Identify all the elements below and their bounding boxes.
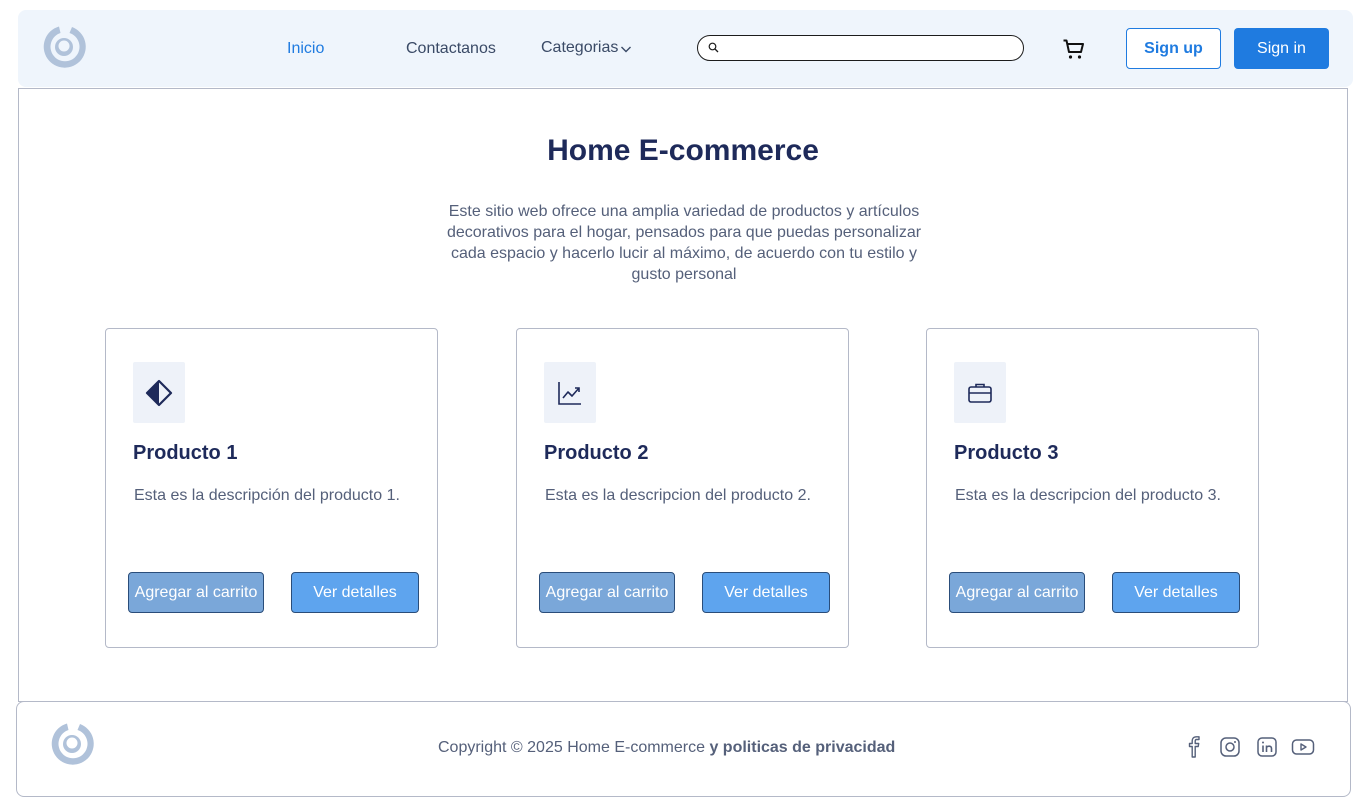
signup-button[interactable]: Sign up (1126, 28, 1221, 69)
product-icon-box (954, 362, 1006, 423)
footer: Copyright © 2025 Home E-commerce y polit… (16, 701, 1351, 797)
search-bar (697, 35, 1024, 61)
hero-description: Este sitio web ofrece una amplia varieda… (446, 203, 922, 283)
view-details-button[interactable]: Ver detalles (291, 572, 419, 613)
product-card-3: Producto 3 Esta es la descripcion del pr… (926, 328, 1259, 648)
product-description: Esta es la descripción del producto 1. (134, 487, 400, 504)
view-details-button[interactable]: Ver detalles (702, 572, 830, 613)
footer-logo-icon[interactable] (50, 722, 94, 766)
linkedin-icon[interactable] (1256, 736, 1278, 763)
product-title: Producto 3 (954, 442, 1059, 464)
product-description: Esta es la descripcion del producto 2. (545, 487, 811, 504)
product-icon-box (544, 362, 596, 423)
copyright-label: Copyright © 2025 Home E-commerce (438, 739, 705, 756)
add-to-cart-button[interactable]: Agregar al carrito (539, 572, 675, 613)
nav-dropdown-categorias[interactable]: Categorias (541, 39, 632, 57)
product-title: Producto 2 (544, 442, 649, 464)
chart-line-icon (558, 381, 581, 405)
product-card-2: Producto 2 Esta es la descripcion del pr… (516, 328, 849, 648)
view-details-button[interactable]: Ver detalles (1112, 572, 1240, 613)
instagram-icon[interactable] (1219, 736, 1241, 763)
nav-link-inicio[interactable]: Inicio (287, 40, 324, 58)
logo-icon[interactable] (42, 25, 86, 69)
contrast-icon (145, 379, 173, 406)
facebook-icon[interactable] (1184, 736, 1204, 763)
briefcase-icon (968, 383, 992, 403)
page-title: Home E-commerce (547, 134, 819, 167)
add-to-cart-button[interactable]: Agregar al carrito (949, 572, 1085, 613)
navbar: Inicio Contactanos Categorias Sign up Si… (18, 10, 1353, 87)
product-card-1: Producto 1 Esta es la descripción del pr… (105, 328, 438, 648)
privacy-policy-link[interactable]: y politicas de privacidad (709, 739, 895, 756)
product-title: Producto 1 (133, 442, 238, 464)
product-description: Esta es la descripcion del producto 3. (955, 487, 1221, 504)
nav-link-contactanos[interactable]: Contactanos (406, 40, 496, 58)
copyright-text: Copyright © 2025 Home E-commerce y polit… (438, 739, 895, 757)
signin-button[interactable]: Sign in (1234, 28, 1329, 69)
search-icon (708, 42, 719, 53)
nav-dropdown-label: Categorias (541, 39, 619, 56)
add-to-cart-button[interactable]: Agregar al carrito (128, 572, 264, 613)
youtube-icon[interactable] (1291, 736, 1315, 763)
cart-icon[interactable] (1062, 37, 1086, 66)
search-input[interactable] (724, 38, 1014, 58)
product-icon-box (133, 362, 185, 423)
chevron-down-icon (621, 46, 632, 53)
main-content: Home E-commerce Este sitio web ofrece un… (18, 88, 1348, 702)
